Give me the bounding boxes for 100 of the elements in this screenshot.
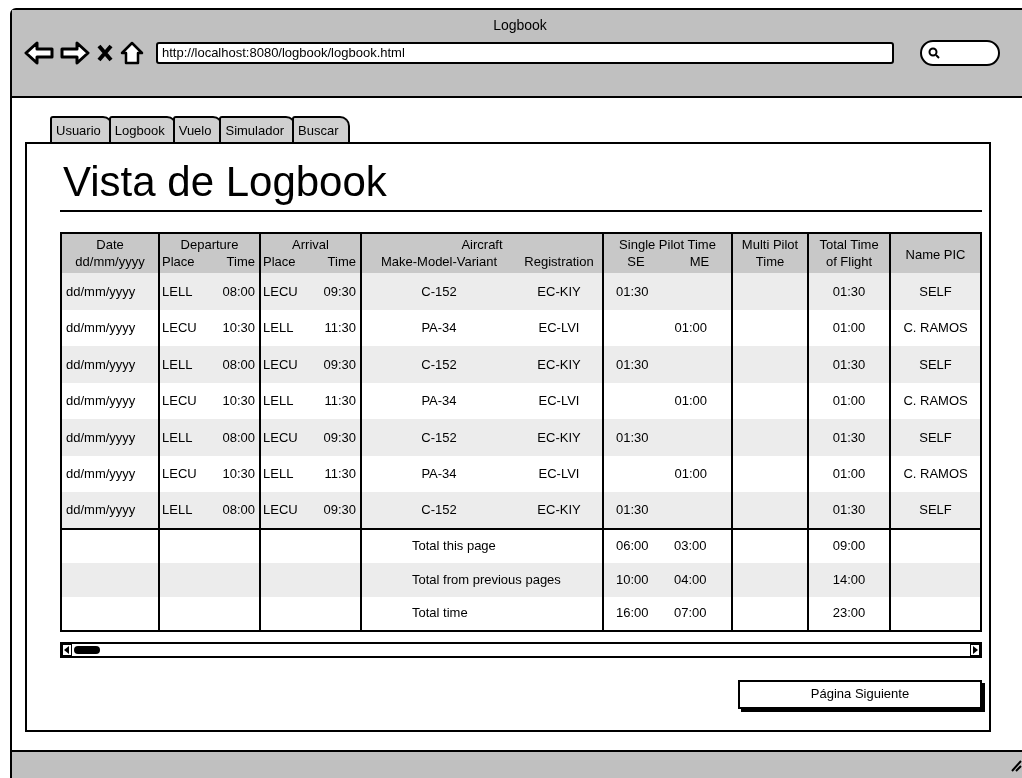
table-cell: LECU [263, 502, 298, 517]
totals-label: Total this page [412, 538, 496, 554]
table-cell: 04:00 [674, 571, 707, 587]
table-cell: 09:30 [323, 283, 356, 299]
table-cell: dd/mm/yyyy [66, 283, 136, 299]
table-cell: 08:00 [222, 429, 255, 445]
table-cell: dd/mm/yyyy [66, 320, 136, 335]
table-cell: C-152 [421, 429, 457, 445]
scrollbar-thumb[interactable] [74, 645, 100, 654]
table-cell: LELL [263, 466, 294, 481]
close-icon[interactable] [96, 43, 114, 63]
page-heading: Vista de Logbook [63, 158, 388, 206]
table-cell: EC-LVI [538, 466, 580, 481]
table-cell: LECU [263, 283, 298, 299]
back-icon[interactable] [24, 41, 54, 65]
table-cell: C. RAMOS [903, 466, 968, 481]
next-page-button[interactable]: Página Siguiente [738, 679, 982, 709]
table-cell: 01:30 [616, 429, 649, 445]
table-cell: 08:00 [222, 502, 255, 517]
table-cell: 23:00 [832, 605, 866, 621]
table-cell: 01:30 [832, 429, 866, 445]
column-header: Arrival [260, 233, 361, 253]
table-cell: PA-34 [421, 466, 457, 481]
table-cell: LECU [162, 320, 197, 335]
column-header: Multi Pilot [732, 233, 809, 253]
table-cell: 01:00 [674, 320, 708, 335]
table-cell: 01:30 [832, 283, 866, 299]
table-cell: LELL [263, 320, 294, 335]
search-icon [928, 47, 940, 59]
home-icon[interactable] [120, 41, 144, 65]
table-cell: EC-KIY [537, 356, 581, 372]
column-subheader: Make-Model-Variant [361, 253, 516, 273]
url-field[interactable]: http://localhost:8080/logbook/logbook.html [156, 42, 894, 64]
table-cell: PA-34 [421, 393, 457, 408]
table-cell: dd/mm/yyyy [66, 393, 136, 408]
column-subheader: Place [159, 253, 205, 273]
column-header: Departure [159, 233, 260, 253]
table-cell: LELL [162, 502, 193, 517]
search-field[interactable] [920, 40, 1000, 66]
table-cell: 01:30 [832, 502, 866, 517]
table-cell: 01:00 [674, 466, 708, 481]
table-cell: EC-KIY [537, 283, 581, 299]
horizontal-scrollbar[interactable] [60, 641, 982, 658]
totals-label: Total time [412, 605, 468, 621]
table-cell: EC-LVI [538, 320, 580, 335]
table-cell: SELF [919, 356, 952, 372]
table-cell: dd/mm/yyyy [66, 429, 136, 445]
table-cell: 01:00 [832, 393, 866, 408]
table-cell: C-152 [421, 502, 457, 517]
table-cell: 11:30 [324, 466, 356, 481]
column-header: Total Time [808, 233, 891, 253]
table-cell: 03:00 [674, 538, 707, 554]
table-cell: 01:00 [832, 466, 866, 481]
table-cell: 10:30 [222, 320, 255, 335]
table-cell: 01:30 [616, 356, 649, 372]
table-cell: 09:30 [323, 429, 356, 445]
column-subheader: SE [603, 253, 668, 273]
table-cell: 01:30 [832, 356, 866, 372]
scroll-left-icon[interactable] [62, 643, 72, 656]
totals-label: Total from previous pages [412, 571, 561, 587]
table-cell: 01:00 [832, 320, 866, 335]
table-cell: 08:00 [222, 283, 255, 299]
column-header: Name PIC [890, 233, 982, 273]
table-cell: 11:30 [324, 393, 356, 408]
table-cell: LELL [162, 356, 193, 372]
table-cell: LECU [162, 466, 197, 481]
table-cell: LELL [162, 283, 193, 299]
table-cell: LELL [162, 429, 193, 445]
scroll-right-icon[interactable] [970, 643, 980, 656]
table-cell: 09:30 [323, 356, 356, 372]
table-cell: 10:30 [222, 466, 255, 481]
forward-icon[interactable] [60, 41, 90, 65]
table-cell: SELF [919, 429, 952, 445]
column-subheader: Place [260, 253, 306, 273]
table-cell: LECU [162, 393, 197, 408]
table-cell: C-152 [421, 356, 457, 372]
tab[interactable]: Buscar [292, 116, 351, 144]
table-cell: LECU [263, 429, 298, 445]
table-cell: 14:00 [832, 571, 866, 587]
table-cell: C-152 [421, 283, 457, 299]
table-cell: 01:30 [616, 283, 649, 299]
table-cell: C. RAMOS [903, 393, 968, 408]
table-cell: C. RAMOS [903, 320, 968, 335]
table-cell: LECU [263, 356, 298, 372]
table-cell: PA-34 [421, 320, 457, 335]
table-cell: 07:00 [674, 605, 707, 621]
column-header: Date [61, 233, 159, 253]
table-cell: 01:30 [616, 502, 649, 517]
table-cell: 01:00 [674, 393, 708, 408]
table-cell: dd/mm/yyyy [66, 502, 136, 517]
table-cell: 11:30 [324, 320, 356, 335]
table-cell: SELF [919, 283, 952, 299]
table-cell: EC-KIY [537, 429, 581, 445]
table-cell: EC-LVI [538, 393, 580, 408]
table-cell: LELL [263, 393, 294, 408]
column-header: Single Pilot Time [603, 233, 733, 253]
table-cell: 06:00 [616, 538, 649, 554]
table-cell: 10:30 [222, 393, 255, 408]
table-cell: dd/mm/yyyy [66, 466, 136, 481]
table-cell: SELF [919, 502, 952, 517]
